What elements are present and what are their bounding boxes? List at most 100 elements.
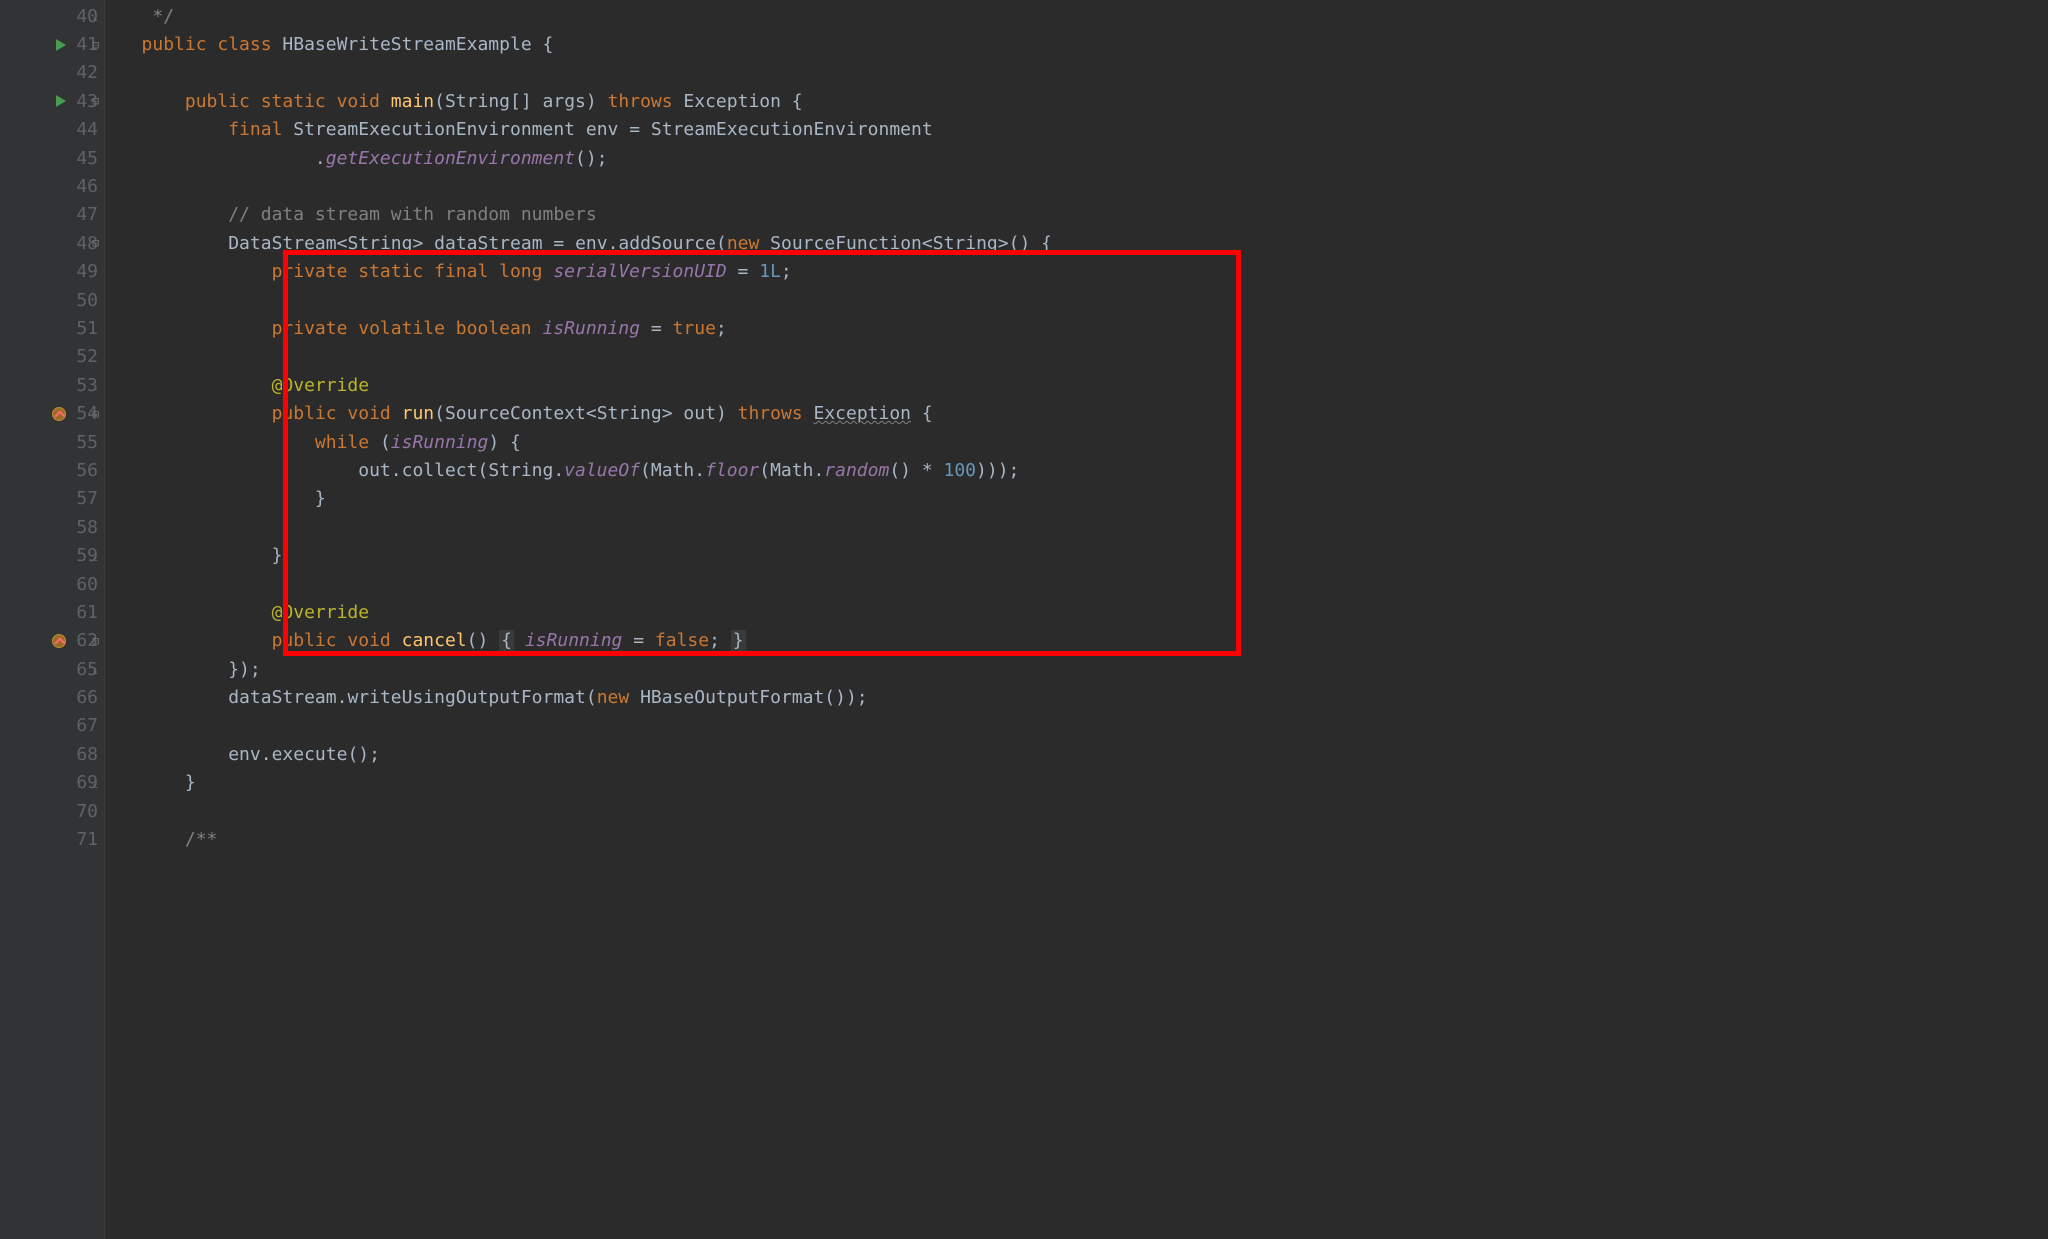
code-token: ( — [380, 432, 391, 453]
code-line[interactable]: } — [109, 485, 2048, 513]
code-line[interactable]: public void cancel() { isRunning = false… — [109, 627, 2048, 655]
gutter-row[interactable]: 46 — [0, 172, 104, 200]
gutter-row[interactable]: 50 — [0, 286, 104, 314]
code-token: }); — [228, 659, 261, 680]
line-number: 67 — [68, 715, 98, 736]
gutter-row[interactable]: 42 — [0, 59, 104, 87]
fold-gutter-icon[interactable]: ⌞ — [92, 778, 102, 788]
fold-gutter-icon[interactable]: ⊟ — [92, 238, 102, 248]
gutter-row[interactable]: 71 — [0, 825, 104, 853]
code-token: collect — [402, 460, 478, 481]
code-line[interactable] — [109, 513, 2048, 541]
gutter-row[interactable]: 47 — [0, 201, 104, 229]
code-area[interactable]: */ public class HBaseWriteStreamExample … — [105, 0, 2048, 1239]
run-gutter-icon[interactable] — [56, 95, 66, 107]
code-line[interactable] — [109, 343, 2048, 371]
code-token: { — [499, 630, 514, 651]
gutter-row[interactable]: 53 — [0, 371, 104, 399]
fold-gutter-icon[interactable]: ⌞ — [92, 664, 102, 674]
code-line[interactable] — [109, 797, 2048, 825]
code-token: ))); — [976, 460, 1019, 481]
gutter[interactable]: 40⌞41⊟4243⊟4445464748⊟495051525354⊟55565… — [0, 0, 105, 1239]
gutter-row[interactable]: 40⌞ — [0, 2, 104, 30]
code-line[interactable]: */ — [109, 2, 2048, 30]
code-line[interactable]: DataStream<String> dataStream = env.addS… — [109, 229, 2048, 257]
gutter-row[interactable]: 60 — [0, 570, 104, 598]
line-number: 58 — [68, 517, 98, 538]
code-editor[interactable]: 40⌞41⊟4243⊟4445464748⊟495051525354⊟55565… — [0, 0, 2048, 1239]
gutter-row[interactable]: 67 — [0, 712, 104, 740]
fold-gutter-icon[interactable]: ⊟ — [92, 40, 102, 50]
gutter-row[interactable]: 44 — [0, 116, 104, 144]
code-line[interactable]: out.collect(String.valueOf(Math.floor(Ma… — [109, 456, 2048, 484]
code-line[interactable]: public class HBaseWriteStreamExample { — [109, 30, 2048, 58]
fold-gutter-icon[interactable]: ⌞ — [92, 11, 102, 21]
code-token — [109, 261, 272, 282]
gutter-row[interactable]: 59⌞ — [0, 541, 104, 569]
code-line[interactable]: public static void main(String[] args) t… — [109, 87, 2048, 115]
gutter-row[interactable]: 66 — [0, 683, 104, 711]
gutter-row[interactable]: 41⊟ — [0, 30, 104, 58]
gutter-row[interactable]: 49 — [0, 258, 104, 286]
fold-gutter-icon[interactable]: ⌞ — [92, 551, 102, 561]
gutter-row[interactable]: 57 — [0, 485, 104, 513]
run-gutter-icon[interactable] — [56, 39, 66, 51]
code-token: String — [347, 233, 412, 254]
override-gutter-icon[interactable] — [52, 634, 66, 648]
code-line[interactable]: @Override — [109, 598, 2048, 626]
code-line[interactable] — [109, 172, 2048, 200]
gutter-row[interactable]: 61 — [0, 598, 104, 626]
code-line[interactable] — [109, 712, 2048, 740]
gutter-row[interactable]: 45 — [0, 144, 104, 172]
code-token: HBaseWriteStreamExample — [282, 34, 542, 55]
gutter-row[interactable]: 43⊟ — [0, 87, 104, 115]
code-line[interactable]: .getExecutionEnvironment(); — [109, 144, 2048, 172]
code-token: } — [185, 772, 196, 793]
code-token — [109, 772, 185, 793]
gutter-row[interactable]: 62⊞ — [0, 627, 104, 655]
code-line[interactable]: while (isRunning) { — [109, 428, 2048, 456]
line-number: 52 — [68, 346, 98, 367]
fold-gutter-icon[interactable]: ⊞ — [92, 636, 102, 646]
gutter-row[interactable]: 51 — [0, 314, 104, 342]
code-line[interactable] — [109, 59, 2048, 87]
code-token: */ — [152, 6, 174, 27]
gutter-row[interactable]: 52 — [0, 343, 104, 371]
code-token: cancel — [402, 630, 467, 651]
fold-gutter-icon[interactable]: ⊟ — [92, 409, 102, 419]
gutter-row[interactable]: 56 — [0, 456, 104, 484]
gutter-row[interactable]: 55 — [0, 428, 104, 456]
gutter-row[interactable]: 54⊟ — [0, 399, 104, 427]
code-line[interactable]: dataStream.writeUsingOutputFormat(new HB… — [109, 683, 2048, 711]
code-token: < — [586, 403, 597, 424]
gutter-row[interactable]: 65⌞ — [0, 655, 104, 683]
code-line[interactable]: /** — [109, 825, 2048, 853]
code-line[interactable]: final StreamExecutionEnvironment env = S… — [109, 116, 2048, 144]
code-line[interactable]: private volatile boolean isRunning = tru… — [109, 314, 2048, 342]
code-line[interactable]: @Override — [109, 371, 2048, 399]
gutter-row[interactable]: 58 — [0, 513, 104, 541]
code-line[interactable]: env.execute(); — [109, 740, 2048, 768]
code-token — [109, 488, 315, 509]
gutter-row[interactable]: 69⌞ — [0, 769, 104, 797]
code-token: Math. — [770, 460, 824, 481]
gutter-row[interactable]: 70 — [0, 797, 104, 825]
code-token: (); — [575, 148, 608, 169]
code-line[interactable]: }); — [109, 655, 2048, 683]
gutter-row[interactable]: 48⊟ — [0, 229, 104, 257]
code-token: StreamExecutionEnvironment — [293, 119, 586, 140]
code-line[interactable]: // data stream with random numbers — [109, 201, 2048, 229]
code-line[interactable]: private static final long serialVersionU… — [109, 258, 2048, 286]
gutter-row[interactable]: 68 — [0, 740, 104, 768]
code-line[interactable]: } — [109, 541, 2048, 569]
code-line[interactable] — [109, 570, 2048, 598]
code-line[interactable]: public void run(SourceContext<String> ou… — [109, 399, 2048, 427]
override-gutter-icon[interactable] — [52, 407, 66, 421]
code-token: args — [543, 91, 586, 112]
fold-gutter-icon[interactable]: ⊟ — [92, 96, 102, 106]
line-number: 44 — [68, 119, 98, 140]
code-line[interactable] — [109, 286, 2048, 314]
code-line[interactable]: } — [109, 769, 2048, 797]
code-token: final — [228, 119, 293, 140]
code-token: HBaseOutputFormat — [640, 687, 824, 708]
